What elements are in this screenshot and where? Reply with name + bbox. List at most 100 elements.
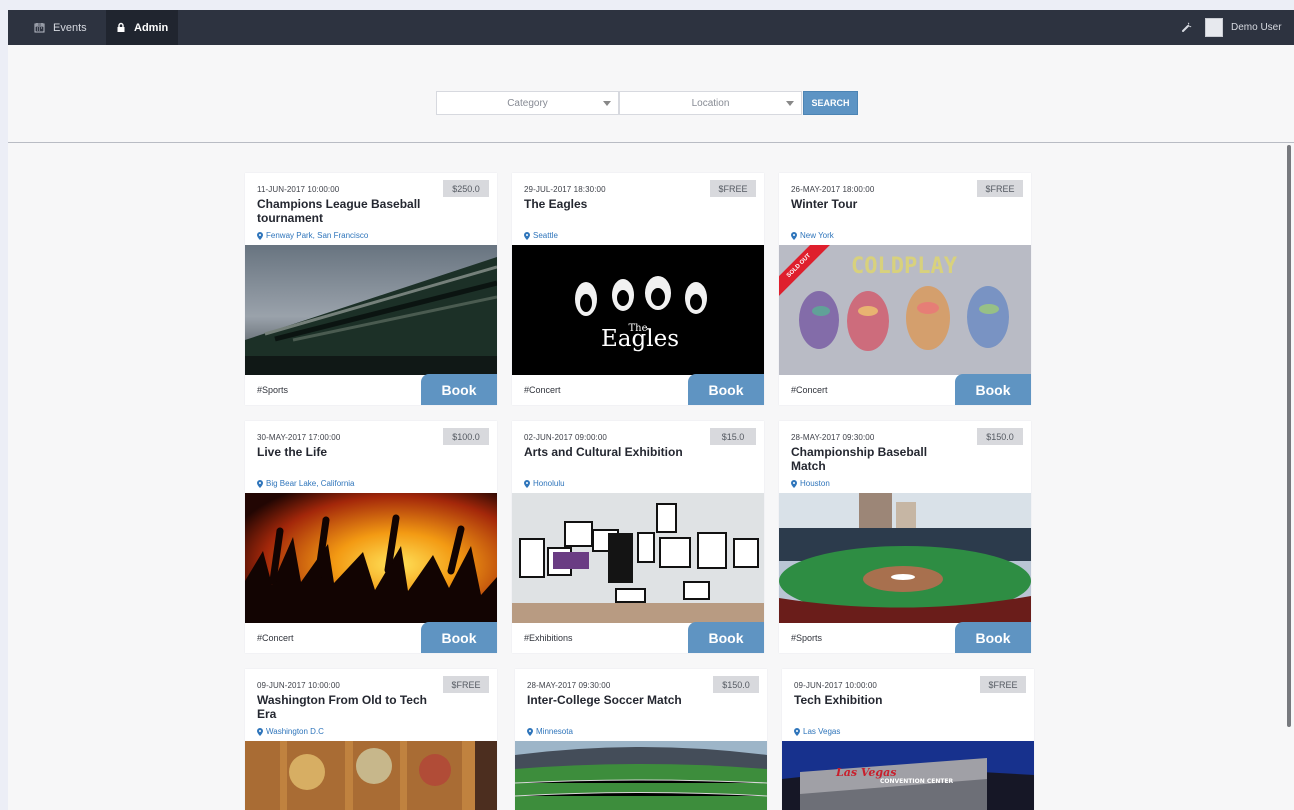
location-text: Houston [800, 479, 830, 488]
map-pin-icon [257, 231, 263, 240]
baseball-stadium-image [245, 245, 497, 375]
chevron-down-icon [786, 101, 794, 106]
map-pin-icon [524, 479, 530, 488]
wrench-icon[interactable] [1180, 20, 1194, 34]
map-pin-icon [257, 479, 263, 488]
event-title: The Eagles [524, 197, 588, 211]
scrollbar-track[interactable] [1278, 144, 1294, 810]
event-card: 02-JUN-2017 09:00:00 Arts and Cultural E… [512, 421, 764, 653]
location-link[interactable]: New York [791, 231, 834, 240]
location-text: Big Bear Lake, California [266, 479, 355, 488]
event-tag: #Concert [791, 385, 828, 395]
convention-center-image: Las Vegas CONVENTION CENTER [782, 741, 1034, 810]
location-text: New York [800, 231, 834, 240]
location-link[interactable]: Fenway Park, San Francisco [257, 231, 368, 240]
eagles-image-text: Eagles [601, 326, 679, 352]
map-pin-icon [791, 479, 797, 488]
location-text: Washington D.C [266, 727, 324, 736]
houston-ballpark-image [779, 493, 1031, 623]
event-card: 11-JUN-2017 10:00:00 Champions League Ba… [245, 173, 497, 405]
event-title: Washington From Old to Tech Era [257, 693, 427, 721]
price-badge: $150.0 [713, 676, 759, 693]
lock-icon [117, 22, 125, 32]
events-nav-label: Events [53, 21, 87, 34]
book-button[interactable]: Book [421, 374, 497, 405]
event-tag: #Concert [257, 633, 294, 643]
event-title: Winter Tour [791, 197, 858, 211]
event-title: Arts and Cultural Exhibition [524, 445, 683, 459]
price-badge: $100.0 [443, 428, 489, 445]
events-nav-item[interactable]: Events [34, 10, 106, 45]
convention-center-text: CONVENTION CENTER [880, 778, 954, 785]
price-badge: $FREE [977, 180, 1023, 197]
location-text: Las Vegas [803, 727, 841, 736]
location-placeholder: Location [691, 97, 730, 109]
location-link[interactable]: Honolulu [524, 479, 565, 488]
search-area: Category Location SEARCH [8, 45, 1294, 143]
location-link[interactable]: Big Bear Lake, California [257, 479, 355, 488]
event-card: 28-MAY-2017 09:30:00 Championship Baseba… [779, 421, 1031, 653]
calendar-icon [34, 23, 45, 33]
event-title: Champions League Baseball tournament [257, 197, 421, 225]
event-card: 26-MAY-2017 18:00:00 Winter Tour $FREE N… [779, 173, 1031, 405]
map-pin-icon [794, 727, 800, 736]
event-card: 28-MAY-2017 09:30:00 Inter-College Socce… [515, 669, 767, 810]
coldplay-image: COLDPLAY SOLD OUT [779, 245, 1031, 375]
map-pin-icon [791, 231, 797, 240]
price-badge: $FREE [443, 676, 489, 693]
location-link[interactable]: Minnesota [527, 727, 573, 736]
event-card: 29-JUL-2017 18:30:00 The Eagles $FREE Se… [512, 173, 764, 405]
scrollbar-thumb[interactable] [1287, 145, 1291, 727]
events-grid: 11-JUN-2017 10:00:00 Champions League Ba… [8, 144, 1294, 810]
top-navigation-bar: Events Admin Demo User [8, 10, 1294, 45]
location-link[interactable]: Washington D.C [257, 727, 324, 736]
location-text: Honolulu [533, 479, 565, 488]
event-title: Live the Life [257, 445, 328, 459]
chevron-down-icon [603, 101, 611, 106]
book-button[interactable]: Book [688, 374, 764, 405]
user-name[interactable]: Demo User [1231, 10, 1282, 45]
location-text: Minnesota [536, 727, 573, 736]
location-text: Fenway Park, San Francisco [266, 231, 369, 240]
event-tag: #Exhibitions [524, 633, 573, 643]
price-badge: $150.0 [977, 428, 1023, 445]
event-tag: #Sports [257, 385, 289, 395]
book-button[interactable]: Book [421, 622, 497, 653]
book-button[interactable]: Book [955, 622, 1031, 653]
location-dropdown[interactable]: Location [619, 91, 802, 115]
coldplay-image-text: COLDPLAY [851, 254, 958, 279]
event-tag: #Concert [524, 385, 561, 395]
admin-nav-label: Admin [134, 21, 169, 34]
app-frame: Events Admin Demo User Category Location… [8, 10, 1294, 810]
avatar-icon[interactable] [1205, 18, 1223, 37]
location-link[interactable]: Seattle [524, 231, 558, 240]
event-title: Tech Exhibition [794, 693, 883, 707]
search-button[interactable]: SEARCH [803, 91, 858, 115]
event-tag: #Sports [791, 633, 823, 643]
soccer-stadium-image [515, 741, 767, 810]
book-button[interactable]: Book [955, 374, 1031, 405]
category-placeholder: Category [507, 97, 548, 109]
price-badge: $FREE [980, 676, 1026, 693]
location-link[interactable]: Houston [791, 479, 830, 488]
gallery-wall-image [512, 493, 764, 623]
price-badge: $250.0 [443, 180, 489, 197]
location-link[interactable]: Las Vegas [794, 727, 840, 736]
eagles-image: The Eagles [512, 245, 764, 375]
concert-crowd-image [245, 493, 497, 623]
event-card: 30-MAY-2017 17:00:00 Live the Life $100.… [245, 421, 497, 653]
location-text: Seattle [533, 231, 558, 240]
price-badge: $15.0 [710, 428, 756, 445]
event-card: 09-JUN-2017 10:00:00 Tech Exhibition $FR… [782, 669, 1034, 810]
event-card: 09-JUN-2017 10:00:00 Washington From Old… [245, 669, 497, 810]
category-dropdown[interactable]: Category [436, 91, 619, 115]
event-title: Championship Baseball Match [791, 445, 928, 473]
map-pin-icon [527, 727, 533, 736]
map-pin-icon [524, 231, 530, 240]
admin-nav-item[interactable]: Admin [106, 10, 178, 45]
book-button[interactable]: Book [688, 622, 764, 653]
price-badge: $FREE [710, 180, 756, 197]
map-pin-icon [257, 727, 263, 736]
mural-image [245, 741, 497, 810]
event-title: Inter-College Soccer Match [527, 693, 682, 707]
